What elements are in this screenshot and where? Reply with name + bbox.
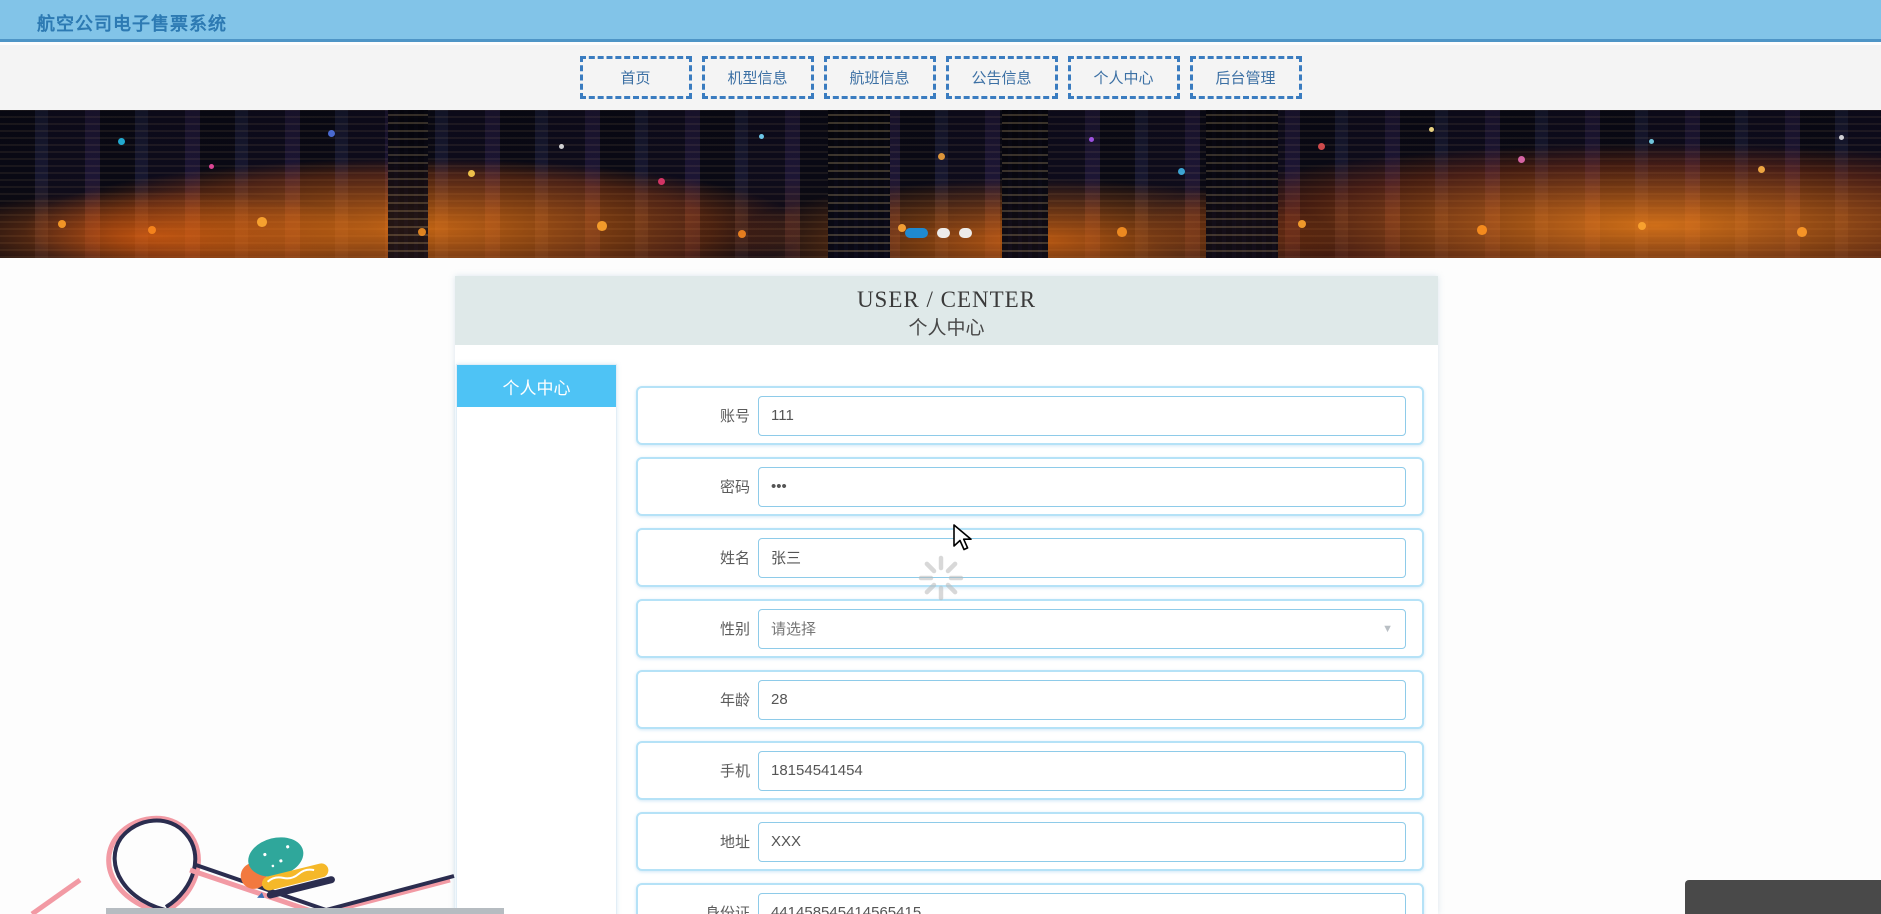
account-row: 账号 <box>636 386 1424 445</box>
password-label: 密码 <box>719 479 750 496</box>
main-nav: 首页 机型信息 航班信息 公告信息 个人中心 后台管理 <box>0 45 1881 110</box>
idcard-label: 身份证 <box>704 905 750 914</box>
screen-overlay-box <box>1685 880 1881 914</box>
page-title-zh: 个人中心 <box>908 318 985 339</box>
nav-item-aircraft-info[interactable]: 机型信息 <box>701 56 814 99</box>
gender-label: 性别 <box>719 621 750 638</box>
page-title-en: USER / CENTER <box>856 287 1037 312</box>
carousel-dot-3[interactable] <box>959 228 972 238</box>
content-body: 个人中心 账号 密码 姓名 性别 请选择 ▼ <box>455 364 1438 914</box>
idcard-row: 身份证 <box>636 883 1424 914</box>
account-label: 账号 <box>719 408 750 425</box>
hero-skyscraper <box>1206 110 1278 258</box>
address-label: 地址 <box>719 834 750 851</box>
age-label: 年龄 <box>719 692 750 709</box>
phone-label: 手机 <box>719 763 750 780</box>
nav-item-home[interactable]: 首页 <box>579 56 692 99</box>
name-row: 姓名 <box>636 528 1424 587</box>
footer-edge-strip <box>106 908 504 914</box>
account-input[interactable] <box>758 395 1406 436</box>
mouse-cursor <box>953 524 972 551</box>
phone-input[interactable] <box>758 750 1406 791</box>
password-input[interactable] <box>758 466 1406 507</box>
nav-item-personal-center[interactable]: 个人中心 <box>1067 56 1180 99</box>
name-label: 姓名 <box>719 550 750 567</box>
app-title: 航空公司电子售票系统 <box>37 14 227 34</box>
gender-select[interactable]: 请选择 ▼ <box>758 608 1406 649</box>
sidebar: 个人中心 <box>456 364 617 914</box>
app-header: 航空公司电子售票系统 <box>0 0 1881 42</box>
chevron-down-icon: ▼ <box>1382 622 1393 635</box>
nav-item-flight-info[interactable]: 航班信息 <box>823 56 936 99</box>
address-row: 地址 <box>636 812 1424 871</box>
profile-form: 账号 密码 姓名 性别 请选择 ▼ 年龄 <box>636 386 1424 914</box>
nav-item-admin[interactable]: 后台管理 <box>1189 56 1302 99</box>
carousel-dots <box>905 228 972 238</box>
phone-row: 手机 <box>636 741 1424 800</box>
sidebar-item-personal-center[interactable]: 个人中心 <box>457 365 616 407</box>
gender-select-value: 请选择 <box>771 621 817 638</box>
paper-plane-loop-illustration <box>30 815 455 914</box>
idcard-input[interactable] <box>758 892 1406 914</box>
hero-skyscraper <box>1002 110 1048 258</box>
hero-skyscraper <box>388 110 428 258</box>
gender-row: 性别 请选择 ▼ <box>636 599 1424 658</box>
address-input[interactable] <box>758 821 1406 862</box>
hero-street-lights <box>0 110 4 114</box>
hero-skyscraper <box>828 110 890 258</box>
carousel-dot-1[interactable] <box>905 228 928 238</box>
nav-item-announcements[interactable]: 公告信息 <box>945 56 1058 99</box>
page-title-panel: USER / CENTER 个人中心 <box>455 276 1438 345</box>
loading-spinner-icon <box>918 555 964 601</box>
age-input[interactable] <box>758 679 1406 720</box>
age-row: 年龄 <box>636 670 1424 729</box>
carousel-dot-2[interactable] <box>937 228 950 238</box>
name-input[interactable] <box>758 537 1406 578</box>
password-row: 密码 <box>636 457 1424 516</box>
